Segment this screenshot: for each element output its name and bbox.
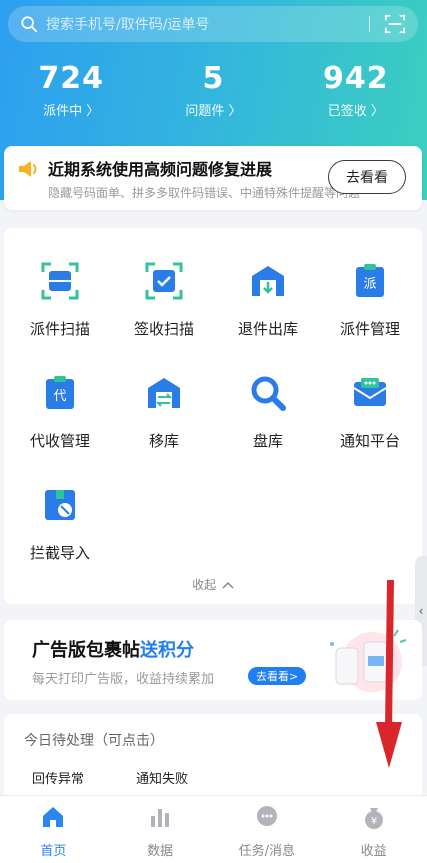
ad-banner[interactable]: 广告版包裹帖送积分 每天打印广告版，收益持续累加 去看看> <box>4 620 422 700</box>
search-icon <box>21 16 38 33</box>
money-bag-icon: ¥ <box>364 808 383 829</box>
dispatch-manage-icon: 派 <box>356 264 384 297</box>
chevron-left-icon: ‹ <box>418 604 424 618</box>
svg-text:派: 派 <box>363 277 376 292</box>
tile-collect-manage[interactable]: 代 代收管理 <box>8 374 112 451</box>
bottom-tab-bar: 首页 数据 任务/消息 ¥ 收益 <box>0 795 427 863</box>
search-divider <box>369 16 370 32</box>
notice-title: 近期系统使用高频问题修复进展 <box>48 160 273 179</box>
tile-label: 派件管理 <box>339 320 400 338</box>
tile-label: 拦截导入 <box>29 544 90 562</box>
todo-item[interactable]: 回传异常 <box>32 768 84 787</box>
tab-label: 数据 <box>147 844 174 859</box>
search-bar[interactable]: 搜索手机号/取件码/运单号 <box>8 6 418 42</box>
collapse-label: 收起 <box>192 578 217 592</box>
notify-platform-icon <box>353 378 387 406</box>
tab-label: 收益 <box>360 844 387 859</box>
speaker-icon <box>19 161 37 177</box>
tile-intercept-import[interactable]: 拦截导入 <box>8 486 112 563</box>
stat-label: 问题件 〉 <box>185 104 242 119</box>
bar-chart-icon <box>151 809 170 827</box>
stat-value: 5 <box>202 61 225 96</box>
tile-inventory-check[interactable]: 盘库 <box>216 374 320 451</box>
tile-label: 退件出库 <box>237 320 298 338</box>
intercept-import-icon <box>45 490 75 520</box>
tile-label: 移库 <box>148 432 179 450</box>
tile-sign-scan[interactable]: 签收扫描 <box>112 262 216 339</box>
tab-tasks[interactable]: 任务/消息 <box>214 796 321 863</box>
stat-label: 已签收 〉 <box>327 104 384 119</box>
ad-title: 广告版包裹帖送积分 <box>32 640 194 661</box>
red-arrow-annotation <box>376 580 402 768</box>
ad-view-button[interactable]: 去看看> <box>248 667 307 685</box>
chevron-up-icon <box>222 581 234 589</box>
tile-label: 通知平台 <box>339 432 400 450</box>
return-out-icon <box>252 266 284 296</box>
function-grid: 派件扫描 签收扫描 退件出库 派 派件管理 代 代收管理 移库 盘库 通知平台 … <box>4 228 422 604</box>
tile-label: 代收管理 <box>29 432 90 450</box>
tab-label: 首页 <box>40 844 67 859</box>
tab-label: 任务/消息 <box>238 844 296 859</box>
tile-dispatch-manage[interactable]: 派 派件管理 <box>318 262 422 339</box>
stat-value: 942 <box>323 61 389 96</box>
todo-card: 今日待处理（可点击） 回传异常 通知失败 <box>4 714 422 804</box>
tile-label: 签收扫描 <box>133 320 194 338</box>
tab-earnings[interactable]: ¥ 收益 <box>320 796 427 863</box>
tile-dispatch-scan[interactable]: 派件扫描 <box>8 262 112 339</box>
tile-label: 派件扫描 <box>29 320 90 338</box>
tab-data[interactable]: 数据 <box>107 796 214 863</box>
notice-card[interactable]: 近期系统使用高频问题修复进展 隐藏号码面单、拼多多取件码错误、中通特殊件提醒等问… <box>4 146 422 210</box>
collapse-toggle[interactable]: 收起 <box>4 576 422 593</box>
stat-signed[interactable]: 942 已签收 〉 <box>285 60 427 119</box>
stat-dispatching[interactable]: 724 派件中 〉 <box>0 60 142 119</box>
scan-icon[interactable] <box>384 13 406 35</box>
tile-return-out[interactable]: 退件出库 <box>216 262 320 339</box>
stats-row: 724 派件中 〉 5 问题件 〉 942 已签收 〉 <box>0 60 427 119</box>
todo-item[interactable]: 通知失败 <box>136 768 188 787</box>
svg-text:代: 代 <box>53 389 66 404</box>
tile-label: 盘库 <box>252 432 283 450</box>
ad-subtitle: 每天打印广告版，收益持续累加 <box>32 672 215 687</box>
collect-manage-icon: 代 <box>46 376 74 409</box>
notice-view-button[interactable]: 去看看 <box>328 160 406 194</box>
svg-text:¥: ¥ <box>370 816 376 827</box>
tile-notify-platform[interactable]: 通知平台 <box>318 374 422 451</box>
tab-home[interactable]: 首页 <box>0 796 107 863</box>
tile-move-stock[interactable]: 移库 <box>112 374 216 451</box>
move-stock-icon <box>148 378 180 408</box>
sign-scan-icon <box>145 262 183 300</box>
stat-value: 724 <box>38 61 104 96</box>
dispatch-scan-icon <box>41 262 79 300</box>
inventory-check-icon <box>251 376 286 411</box>
search-placeholder[interactable]: 搜索手机号/取件码/运单号 <box>46 14 369 34</box>
todo-header: 今日待处理（可点击） <box>24 733 164 749</box>
stat-problem[interactable]: 5 问题件 〉 <box>142 60 284 119</box>
message-icon <box>256 806 277 826</box>
stat-label: 派件中 〉 <box>43 104 100 119</box>
home-icon <box>43 807 64 827</box>
